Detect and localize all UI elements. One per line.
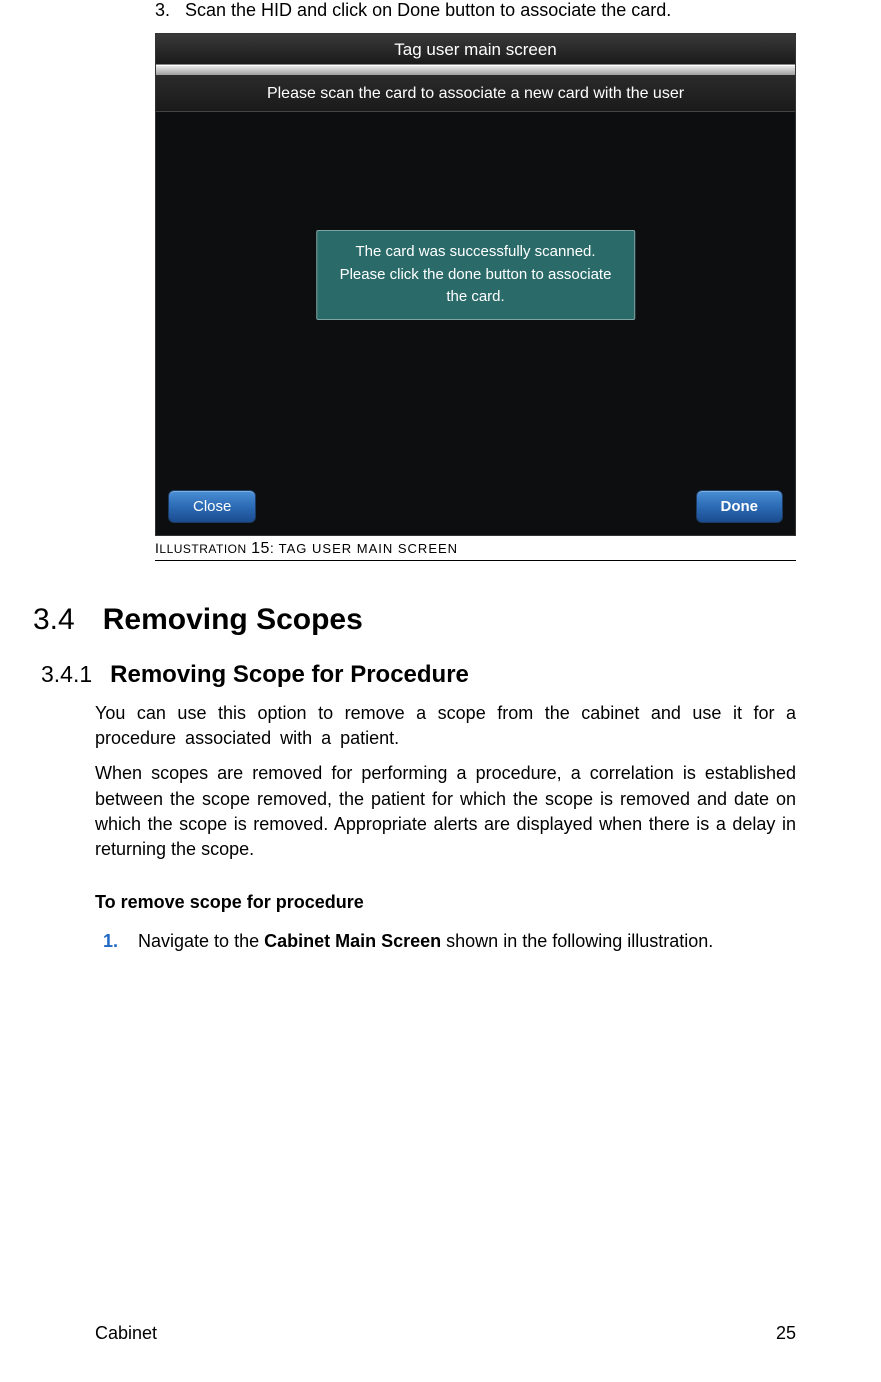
caption-colon: : [270,540,274,556]
screenshot-title-bar: Tag user main screen [156,34,795,65]
step1-text: Navigate to the Cabinet Main Screen show… [138,931,713,952]
illustration-container: Tag user main screen Please scan the car… [155,33,796,536]
paragraph-2: When scopes are removed for performing a… [95,761,796,862]
close-button[interactable]: Close [168,490,256,523]
modal-line1: The card was successfully scanned. [335,241,617,264]
page-footer: Cabinet 25 [95,1323,796,1344]
step1-number: 1. [103,931,118,952]
caption-rest: TAG USER MAIN SCREEN [279,541,458,556]
caption-number: 15 [251,540,270,557]
section-title: Removing Scopes [103,603,363,637]
done-button[interactable]: Done [696,490,784,523]
step3-number: 3. [155,0,173,21]
footer-right: 25 [776,1323,796,1344]
step3-text: Scan the HID and click on Done button to… [185,0,671,21]
caption-word: LLUSTRATION [159,542,246,556]
step1-post: shown in the following illustration. [441,931,713,951]
screenshot-body: The card was successfully scanned. Pleas… [156,112,795,482]
scan-success-modal: The card was successfully scanned. Pleas… [316,230,636,320]
footer-left: Cabinet [95,1323,157,1344]
subsection-title: Removing Scope for Procedure [110,661,469,689]
section-number: 3.4 [33,603,75,637]
screenshot-instruction: Please scan the card to associate a new … [156,75,795,112]
procedure-heading: To remove scope for procedure [95,892,796,913]
subsection-number: 3.4.1 [41,661,92,688]
modal-line2: Please click the done button to associat… [335,264,617,309]
step1-bold: Cabinet Main Screen [264,931,441,951]
illustration-caption: ILLUSTRATION 15: TAG USER MAIN SCREEN [155,536,796,561]
paragraph-1: You can use this option to remove a scop… [95,701,796,751]
screenshot-divider [156,65,795,75]
step1-pre: Navigate to the [138,931,264,951]
